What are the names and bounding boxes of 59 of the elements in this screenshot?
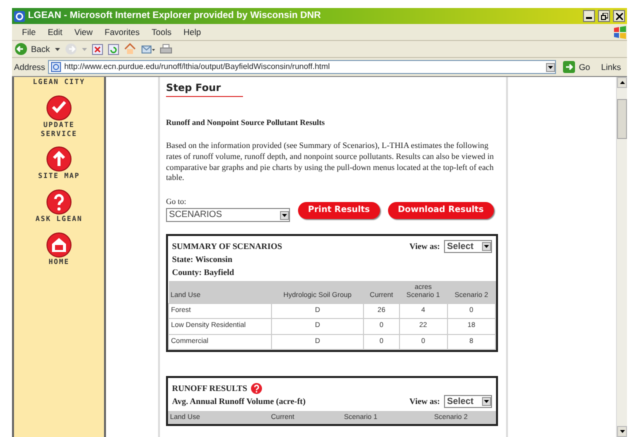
address-label: Address	[14, 60, 46, 74]
results-button[interactable]: Print Results	[298, 202, 380, 220]
back-arrow-icon	[15, 43, 27, 55]
goto-label: Go to:	[166, 196, 188, 208]
scroll-thumb[interactable]	[617, 99, 627, 139]
browser-icon	[14, 10, 25, 22]
section-title: Runoff and Nonpoint Source Pollutant Results	[166, 117, 326, 129]
table-title: RUNOFF RESULTS	[172, 382, 248, 395]
scrollbar[interactable]	[616, 77, 627, 437]
menu-item[interactable]: Edit	[42, 26, 68, 38]
go-button[interactable]: Go	[558, 60, 594, 74]
restore-icon	[600, 12, 608, 20]
back-button[interactable]: Back	[15, 42, 50, 56]
view-as-label: View as:	[409, 395, 440, 408]
table-subtitle: State: Wisconsin	[172, 252, 234, 266]
window-title: LGEAN - Microsoft Internet Explorer provided by Wisconsin DNR	[28, 8, 321, 23]
menu-item[interactable]: Tools	[146, 26, 178, 38]
up-icon	[46, 146, 72, 172]
menu-item[interactable]: Favorites	[98, 26, 146, 38]
help-icon[interactable]	[251, 383, 262, 394]
menu-item[interactable]: File	[16, 26, 42, 38]
question-icon	[46, 189, 72, 215]
intro-paragraph: Based on the information provided (see Summary of Scenarios), L-THIA estimates the following rates of runoff volume, runoff depth, and nonpoint source pollutants. Results can also be viewed in comparative bar graphs and pie charts by using the pull-down menus located at the top-left of each table.	[166, 141, 495, 184]
dropdown-arrow-icon	[484, 400, 489, 403]
table-subtitle: Avg. Annual Runoff Volume (acre-ft)	[172, 395, 306, 408]
menu-item[interactable]: Help	[177, 26, 207, 38]
check-icon	[46, 94, 72, 121]
restore-button[interactable]	[598, 10, 610, 22]
dropdown-arrow-icon	[82, 48, 87, 50]
results-button[interactable]: Download Results	[388, 202, 494, 220]
dropdown-button[interactable]	[546, 62, 555, 72]
dropdown-arrow-icon	[54, 48, 60, 50]
page-icon	[51, 62, 62, 72]
home-icon[interactable]	[124, 43, 136, 55]
view-select[interactable]: Select	[444, 394, 492, 408]
address-field[interactable]: http://www.ecn.purdue.edu/runoff/lthia/output/BayfieldWisconsin/runoff.html	[48, 60, 556, 74]
go-arrow-icon	[562, 61, 575, 73]
scroll-up-icon	[620, 81, 624, 84]
stop-icon[interactable]	[92, 44, 103, 54]
home-icon	[46, 232, 72, 258]
printer-icon[interactable]	[160, 44, 172, 54]
close-icon	[616, 12, 622, 20]
dropdown-arrow-icon	[548, 66, 553, 68]
menu-item[interactable]: View	[68, 26, 99, 38]
windows-logo-icon	[613, 25, 627, 39]
close-button[interactable]	[613, 10, 625, 22]
goto-select[interactable]: SCENARIOS	[166, 208, 290, 222]
table-title: SUMMARY OF SCENARIOS	[172, 240, 282, 253]
scroll-down-icon	[620, 430, 624, 433]
view-select[interactable]: Select	[444, 240, 492, 254]
table-subtitle: County: Bayfield	[172, 266, 236, 278]
minimize-button[interactable]	[583, 10, 595, 22]
links-button[interactable]: Links	[597, 60, 625, 74]
dropdown-arrow-icon	[282, 214, 287, 217]
view-as-label: View as:	[409, 240, 440, 253]
mail-icon[interactable]	[140, 44, 155, 54]
step-heading: Step Four	[166, 81, 243, 97]
dropdown-arrow-icon	[484, 245, 489, 248]
refresh-icon[interactable]	[108, 44, 119, 54]
